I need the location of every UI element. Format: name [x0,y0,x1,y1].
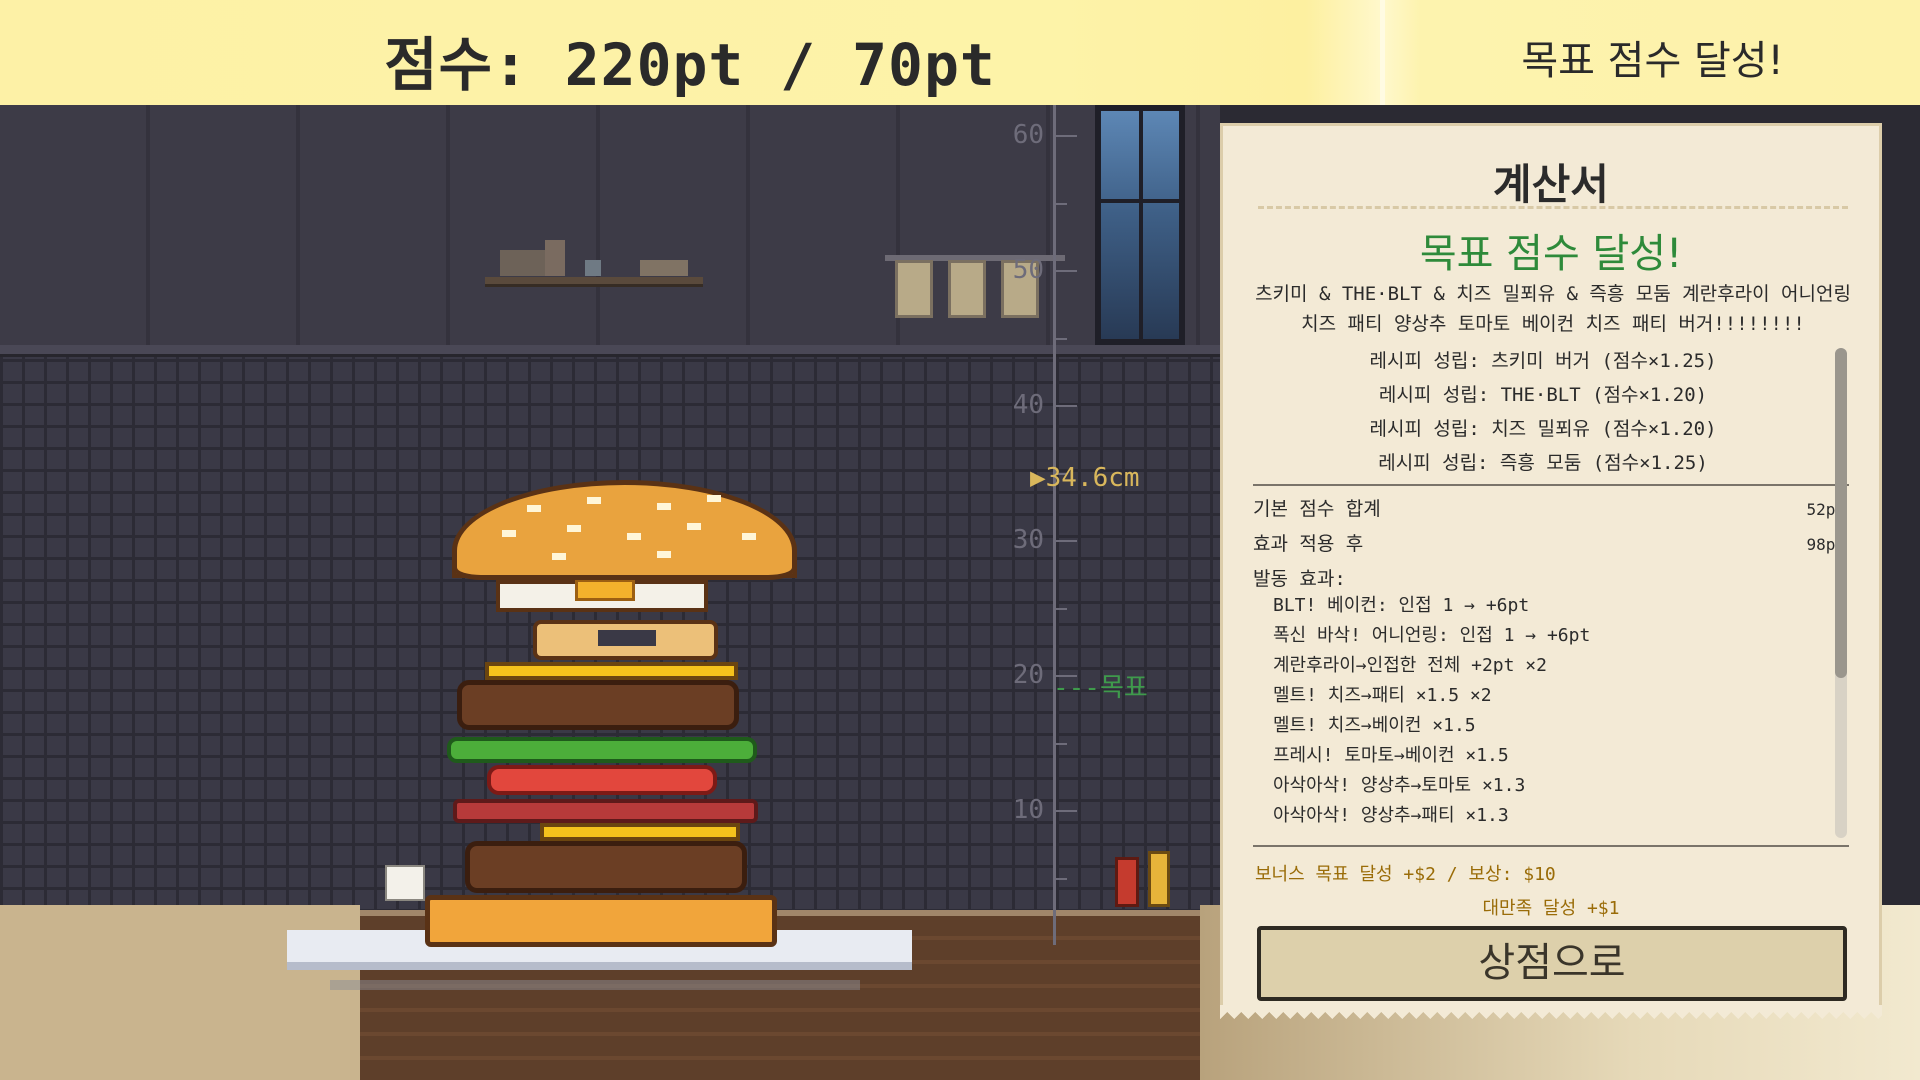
base-score-label: 기본 점수 합계 [1253,498,1381,520]
ruler-tick [1053,135,1077,137]
recipe-item: 레시피 성립: 치즈 밀푀유 (점수×1.20) [1369,418,1717,440]
sesame-seed [567,525,581,532]
ruler-tick [1053,270,1077,272]
effect-item: 아삭아삭! 양상추→패티 ×1.3 [1273,805,1509,826]
bacon-layer [453,799,758,823]
score-banner: 점수: 220pt / 70pt 목표 점수 달성! [0,0,1920,105]
ruler-minor-tick [1053,743,1067,745]
recipe-item: 레시피 성립: 츠키미 버거 (점수×1.25) [1369,350,1717,372]
ruler-minor-tick [1053,608,1067,610]
score-summary: 기본 점수 합계 52pt 효과 적용 후 98pt 발동 효과: [1253,492,1845,597]
sesame-seed [657,503,671,510]
wall-shelf [485,277,703,287]
sesame-seed [587,497,601,504]
recipe-list: 레시피 성립: 츠키미 버거 (점수×1.25) 레시피 성립: THE·BLT… [1243,344,1843,480]
satisfaction-bonus: 대만족 달성 +$1 [1482,898,1620,919]
egg-yolk [575,579,635,601]
ruler-tick [1053,540,1077,542]
after-effects-label: 효과 적용 후 [1253,533,1364,555]
receipt-title: 계산서 [1493,160,1609,209]
sesame-seed [552,553,566,560]
ruler-minor-tick [1053,338,1067,340]
window [1095,105,1185,345]
sesame-seed [502,530,516,537]
burger-name: 츠키미 & THE·BLT & 치즈 밀푀유 & 즉흥 모둠 계란후라이 어니언… [1243,279,1863,339]
pot-icon [500,250,545,276]
recipe-item: 레시피 성립: 즉흥 모둠 (점수×1.25) [1378,452,1708,474]
goal-height-marker: ---목표 [1053,673,1148,703]
sesame-seed [657,551,671,558]
effect-item: BLT! 베이컨: 인접 1 → +6pt [1273,595,1530,616]
burger-name-line: 츠키미 & THE·BLT & 치즈 밀푀유 & 즉흥 모둠 계란후라이 어니언… [1255,283,1851,305]
ruler-minor-tick [1053,878,1067,880]
mustard-bottle-icon [1148,851,1170,907]
effect-item: 계란후라이→인접한 전체 +2pt ×2 [1273,655,1547,676]
goal-achieved-banner: 목표 점수 달성! [1521,38,1784,84]
patty-layer [457,680,739,730]
tomato-layer [487,765,717,795]
sesame-seed [687,523,701,530]
height-ruler [1053,105,1056,945]
bonus-reward-line: 보너스 목표 달성 +$2 / 보상: $10 [1255,864,1556,885]
ruler-minor-tick [1053,203,1067,205]
sesame-seed [527,505,541,512]
ruler-label: 20 [1012,660,1044,690]
cheese-layer [540,823,740,841]
onion-ring-hole [598,630,656,646]
ruler-tick [1053,810,1077,812]
receipt-scrollbar-thumb[interactable] [1835,348,1847,678]
burger-name-line: 치즈 패티 양상추 토마토 베이컨 치즈 패티 버거!!!!!!!! [1301,313,1805,335]
receipt-panel: 계산서 목표 점수 달성! 츠키미 & THE·BLT & 치즈 밀푀유 & 즉… [1220,123,1882,1008]
jar-icon [545,240,565,276]
receipt-goal-message: 목표 점수 달성! [1419,231,1683,277]
plates-icon [640,260,688,276]
effect-item: 프레시! 토마토→베이컨 ×1.5 [1273,745,1509,766]
current-height-marker: ▶34.6cm [1030,463,1140,493]
after-effects-row: 효과 적용 후 98pt [1253,527,1845,562]
lettuce-layer [447,737,757,763]
effect-item: 폭신 바삭! 어니언링: 인접 1 → +6pt [1273,625,1591,646]
wall-ledge [0,345,1220,357]
receipt-rule [1253,484,1849,486]
receipt-rule [1253,845,1849,847]
window-glass [1101,111,1179,339]
ruler-label: 10 [1012,795,1044,825]
receipt-divider [1258,206,1848,209]
base-score-row: 기본 점수 합계 52pt [1253,492,1845,527]
effect-list[interactable]: BLT! 베이컨: 인접 1 → +6pt 폭신 바삭! 어니언링: 인접 1 … [1273,591,1813,831]
recipe-item: 레시피 성립: THE·BLT (점수×1.20) [1378,384,1708,406]
ruler-label: 60 [1012,120,1044,150]
order-ticket-icon [895,260,933,318]
effect-item: 멜트! 치즈→패티 ×1.5 ×2 [1273,685,1492,706]
patty-layer [465,841,747,893]
ruler-tick [1053,405,1077,407]
receipt-torn-edge [1220,1005,1882,1019]
ketchup-bottle-icon [1115,857,1139,907]
effect-item: 멜트! 치즈→베이컨 ×1.5 [1273,715,1476,736]
bottom-bun [425,895,777,947]
go-to-shop-button[interactable]: 상점으로 [1257,926,1847,1001]
sesame-seed [742,533,756,540]
order-ticket-icon [948,260,986,318]
ruler-label: 50 [1012,255,1044,285]
ruler-label: 40 [1012,390,1044,420]
score-display: 점수: 220pt / 70pt [384,31,996,99]
sugar-cube-icon [385,865,425,901]
sesame-seed [707,495,721,502]
cheese-layer [485,662,738,680]
effect-item: 아삭아삭! 양상추→토마토 ×1.3 [1273,775,1526,796]
ruler-label: 30 [1012,525,1044,555]
plate-shadow [330,980,860,990]
cup-icon [585,260,601,276]
sesame-seed [627,533,641,540]
